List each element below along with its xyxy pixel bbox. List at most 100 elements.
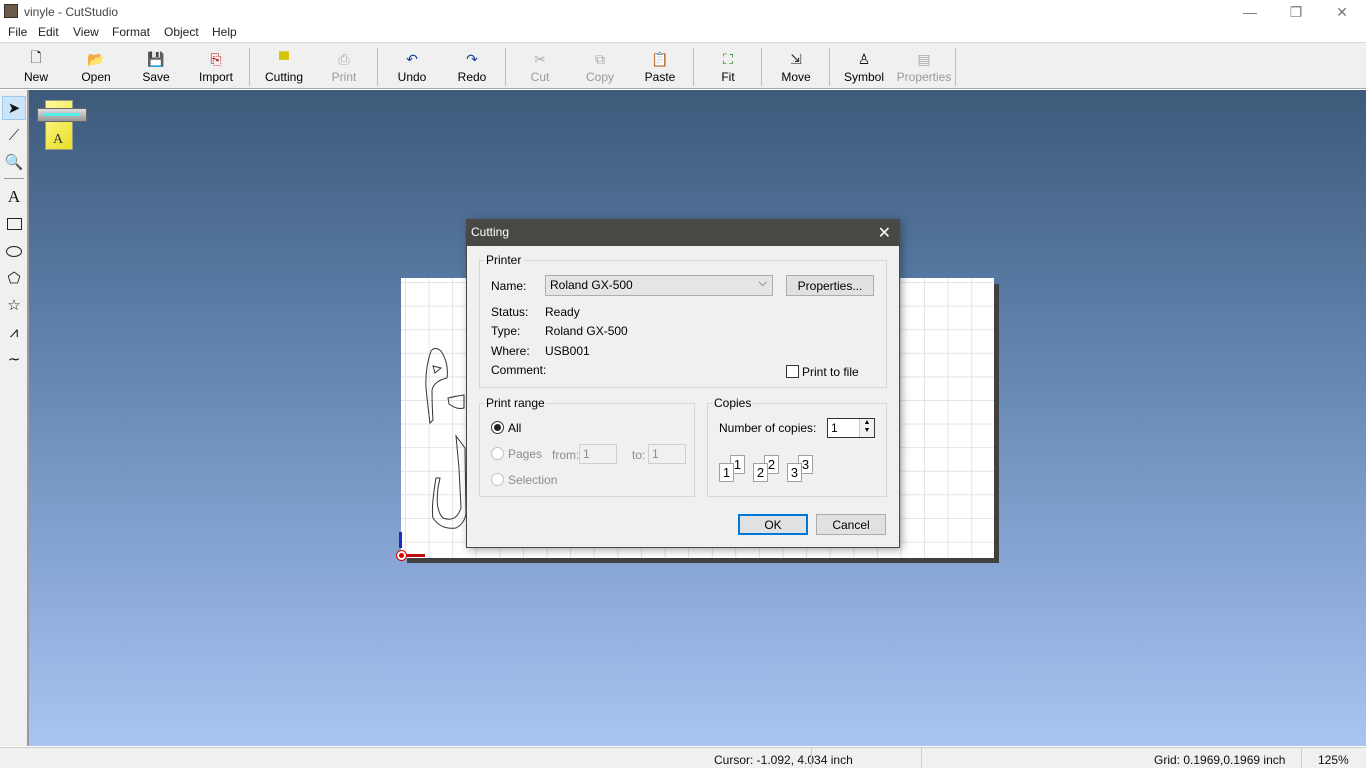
range-all-radio[interactable] (491, 421, 504, 434)
copies-value: 1 (831, 421, 838, 435)
copies-label: Number of copies: (719, 421, 817, 435)
star-icon: ☆ (7, 297, 21, 314)
new-document-icon: 🗋 (30, 49, 42, 65)
close-window-button[interactable]: ✕ (1319, 0, 1365, 24)
toolbar-separator (249, 48, 250, 86)
cancel-button[interactable]: Cancel (816, 514, 886, 535)
tool-separator (4, 178, 24, 179)
ellipse-icon (6, 245, 22, 257)
polygon-tool[interactable]: ⬠ (2, 266, 26, 290)
star-tool[interactable]: ☆ (2, 293, 26, 317)
open-folder-icon: 📂 (87, 50, 105, 67)
toolbar-separator (955, 48, 956, 86)
restore-icon: ❐ (1289, 3, 1303, 20)
menu-object[interactable]: Object (164, 25, 199, 39)
range-pages-radio[interactable] (491, 447, 504, 460)
status-bar: Cursor: -1.092, 4.034 inch Grid: 0.1969,… (0, 747, 1366, 768)
origin-marker-icon[interactable] (397, 551, 406, 560)
polyline-icon: ⩘ (9, 323, 19, 341)
copies-group-label: Copies (714, 396, 752, 410)
paste-button[interactable]: 📋 Paste (634, 45, 686, 87)
printer-name-select[interactable]: Roland GX-500 ⌵ (545, 275, 773, 296)
edit-points-tool[interactable]: ⟋ (2, 123, 26, 147)
select-tool[interactable]: ➤ (2, 96, 26, 120)
copies-spin-buttons[interactable]: ▲ ▼ (859, 419, 874, 437)
where-label: Where: (491, 344, 530, 358)
fit-icon: ⛶ (723, 50, 733, 67)
type-label: Type: (491, 324, 521, 338)
curve-icon: ∼ (7, 351, 21, 368)
title-bar: vinyle - CutStudio — ❐ ✕ (0, 0, 1366, 24)
cutting-button[interactable]: ▀ Cutting (258, 45, 310, 87)
menu-edit[interactable]: Edit (38, 25, 59, 39)
collate-page: 1 (719, 463, 734, 482)
menu-format[interactable]: Format (112, 25, 150, 39)
range-selection-label[interactable]: Selection (508, 473, 557, 487)
scissors-icon: ✂ (534, 50, 546, 67)
node-edit-icon: ⟋ (8, 126, 20, 144)
ok-button[interactable]: OK (738, 514, 808, 535)
status-label: Status: (491, 305, 529, 319)
printer-properties-button[interactable]: Properties... (786, 275, 874, 296)
minimize-icon: — (1243, 4, 1257, 20)
dialog-title: Cutting (471, 225, 510, 239)
print-icon: ⎙ (338, 50, 350, 67)
to-label: to: (632, 448, 646, 462)
rectangle-tool[interactable] (2, 212, 26, 236)
window-title: vinyle - CutStudio (24, 5, 119, 19)
copy-button[interactable]: ⧉ Copy (574, 45, 626, 87)
to-page-input[interactable]: 1 (648, 444, 686, 464)
printer-name-value: Roland GX-500 (550, 278, 633, 292)
zoom-level: 125% (1318, 753, 1349, 767)
new-button[interactable]: 🗋 New (10, 45, 62, 87)
move-button[interactable]: ⇲ Move (770, 45, 822, 87)
print-button[interactable]: ⎙ Print (318, 45, 370, 87)
range-selection-radio[interactable] (491, 473, 504, 486)
y-axis-arrow-icon (399, 532, 402, 548)
polyline-tool[interactable]: ⩘ (2, 320, 26, 344)
zoom-tool[interactable]: 🔍 (2, 150, 26, 174)
range-pages-label[interactable]: Pages (508, 447, 542, 461)
menu-help[interactable]: Help (212, 25, 237, 39)
app-icon (4, 4, 18, 18)
undo-button[interactable]: ↶ Undo (386, 45, 438, 87)
open-button[interactable]: 📂 Open (70, 45, 122, 87)
toolbar: 🗋 New 📂 Open 💾 Save ⎘ Import ▀ Cutting ⎙ Print… (0, 43, 1366, 89)
dialog-close-button[interactable]: ✕ (878, 223, 891, 243)
fit-button[interactable]: ⛶ Fit (702, 45, 754, 87)
cutting-machine-icon[interactable]: A (37, 98, 89, 150)
magnifier-icon: 🔍 (4, 154, 24, 171)
menu-bar: File Edit View Format Object Help (0, 24, 1366, 43)
symbol-button[interactable]: ♙ Symbol (838, 45, 890, 87)
curve-tool[interactable]: ∼ (2, 347, 26, 371)
text-tool[interactable]: A (2, 185, 26, 209)
status-value: Ready (545, 305, 580, 319)
dialog-title-bar: Cutting ✕ (467, 220, 899, 246)
cutting-dialog: Cutting ✕ Printer Name: Roland GX-500 ⌵ … (466, 219, 900, 548)
range-all-label[interactable]: All (508, 421, 521, 435)
copies-stepper[interactable]: 1 ▲ ▼ (827, 418, 875, 438)
cut-button[interactable]: ✂ Cut (514, 45, 566, 87)
import-button[interactable]: ⎘ Import (190, 45, 242, 87)
redo-button[interactable]: ↷ Redo (446, 45, 498, 87)
paste-icon: 📋 (651, 50, 669, 67)
from-page-input[interactable]: 1 (579, 444, 617, 464)
toolbar-separator (377, 48, 378, 86)
restore-button[interactable]: ❐ (1273, 0, 1319, 24)
tool-palette: ➤ ⟋ 🔍 A ⬠ ☆ ⩘ ∼ (0, 90, 29, 746)
from-label: from: (552, 448, 580, 462)
print-to-file-label[interactable]: Print to file (802, 365, 859, 379)
type-value: Roland GX-500 (545, 324, 628, 338)
menu-file[interactable]: File (8, 25, 27, 39)
close-icon: ✕ (1336, 3, 1348, 20)
ellipse-tool[interactable] (2, 239, 26, 263)
menu-view[interactable]: View (73, 25, 99, 39)
properties-toolbar-button[interactable]: ▤ Properties (894, 45, 954, 87)
status-separator (921, 748, 922, 768)
print-to-file-checkbox[interactable] (786, 365, 799, 378)
save-button[interactable]: 💾 Save (130, 45, 182, 87)
status-separator (811, 748, 812, 768)
spin-up-icon[interactable]: ▲ (860, 419, 874, 427)
minimize-button[interactable]: — (1227, 0, 1273, 24)
spin-down-icon[interactable]: ▼ (860, 427, 874, 435)
